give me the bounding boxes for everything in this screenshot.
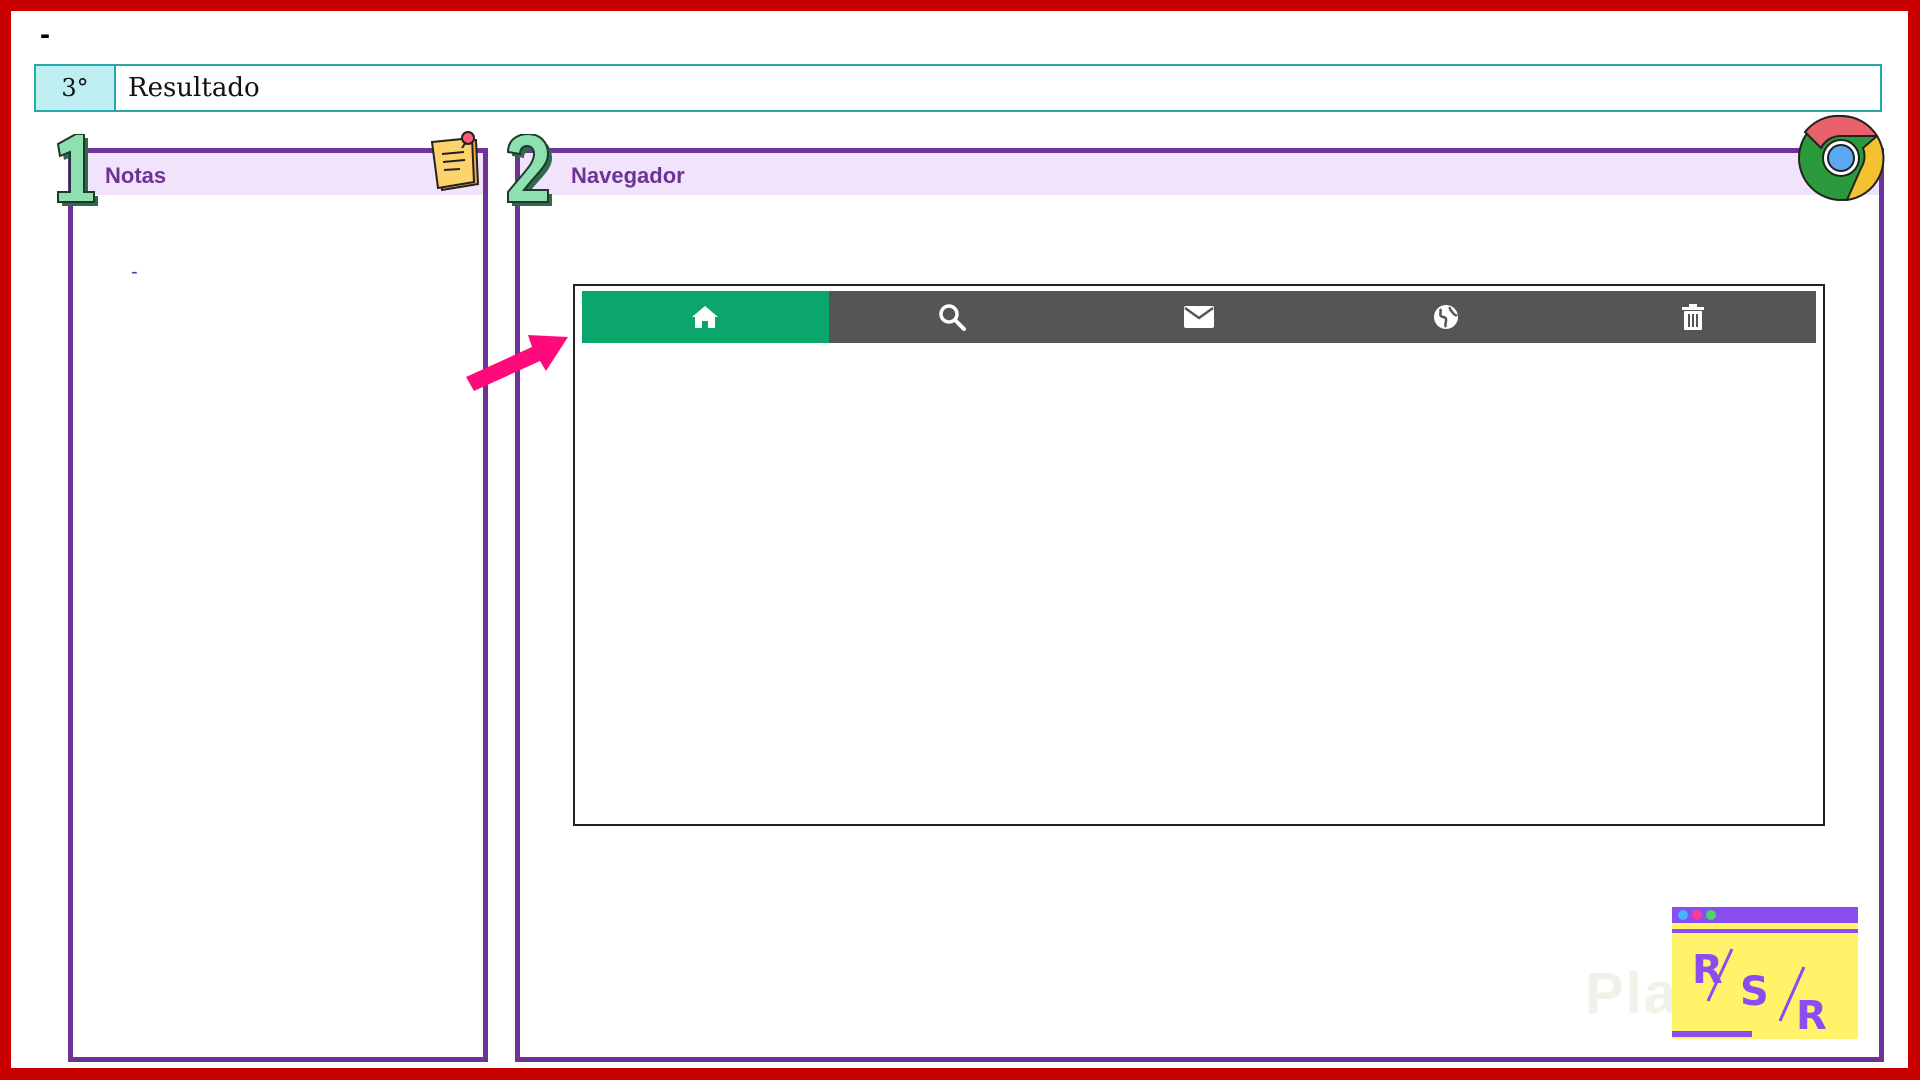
number-one-badge [56, 134, 98, 206]
browser-panel-title: Navegador [571, 163, 685, 188]
pointer-arrow-icon [466, 335, 568, 391]
step-bar: 3° Resultado [34, 64, 1882, 112]
nav-home-tab[interactable] [582, 291, 829, 343]
number-two-badge [506, 134, 552, 206]
rsr-letter-s: S [1740, 969, 1769, 1015]
globe-icon [1433, 305, 1458, 329]
rsr-letter-r2: R [1796, 993, 1827, 1039]
mail-icon [1183, 306, 1214, 328]
chrome-icon [1798, 114, 1885, 202]
browser-mockup [573, 284, 1825, 826]
step-number: 3° [36, 66, 116, 110]
browser-panel-header: Navegador [520, 153, 1879, 195]
notes-panel-header: Notas [73, 153, 483, 195]
nav-trash-tab[interactable] [1569, 291, 1816, 343]
nav-search-tab[interactable] [829, 291, 1076, 343]
nav-mail-tab[interactable] [1076, 291, 1323, 343]
search-icon [939, 304, 967, 331]
notes-content: - [131, 261, 138, 283]
nav-globe-tab[interactable] [1322, 291, 1569, 343]
rsr-letter-r1: R [1692, 947, 1723, 993]
sticky-note-icon [430, 131, 480, 192]
rsr-logo: R S R [1672, 907, 1858, 1039]
top-dash: - [40, 18, 50, 51]
nav-bar [582, 291, 1816, 343]
notes-panel-title: Notas [105, 163, 167, 188]
step-title: Resultado [128, 73, 260, 103]
trash-icon [1681, 304, 1704, 330]
home-icon [692, 306, 719, 328]
notes-panel: Notas - [68, 148, 488, 1062]
